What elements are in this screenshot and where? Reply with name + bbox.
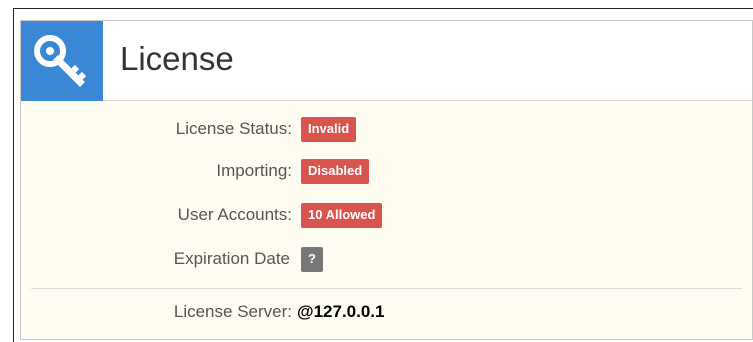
license-server-value: @127.0.0.1: [297, 302, 385, 321]
panel-title: License: [120, 40, 234, 77]
license-status-row: License Status: Invalid: [21, 115, 752, 145]
license-server-label: License Server:: [173, 302, 292, 321]
header-icon-box: [21, 21, 103, 101]
license-status-label: License Status:: [175, 119, 292, 138]
importing-badge: Disabled: [301, 159, 370, 184]
license-panel: License License Status: Invalid Importin…: [20, 20, 753, 340]
divider: [31, 288, 742, 289]
user-accounts-label: User Accounts:: [177, 205, 292, 224]
expiration-date-label: Expiration Date: [173, 249, 290, 268]
user-accounts-row: User Accounts: 10 Allowed: [21, 201, 752, 231]
panel-header: License: [21, 21, 752, 101]
license-server-row: License Server: @127.0.0.1: [21, 298, 752, 328]
license-status-badge: Invalid: [301, 117, 357, 142]
importing-row: Importing: Disabled: [21, 157, 752, 187]
expiration-date-badge: ?: [301, 247, 323, 272]
expiration-date-row: Expiration Date ?: [21, 245, 752, 275]
importing-label: Importing:: [216, 161, 292, 180]
key-icon: [34, 35, 87, 87]
user-accounts-badge: 10 Allowed: [301, 203, 383, 228]
